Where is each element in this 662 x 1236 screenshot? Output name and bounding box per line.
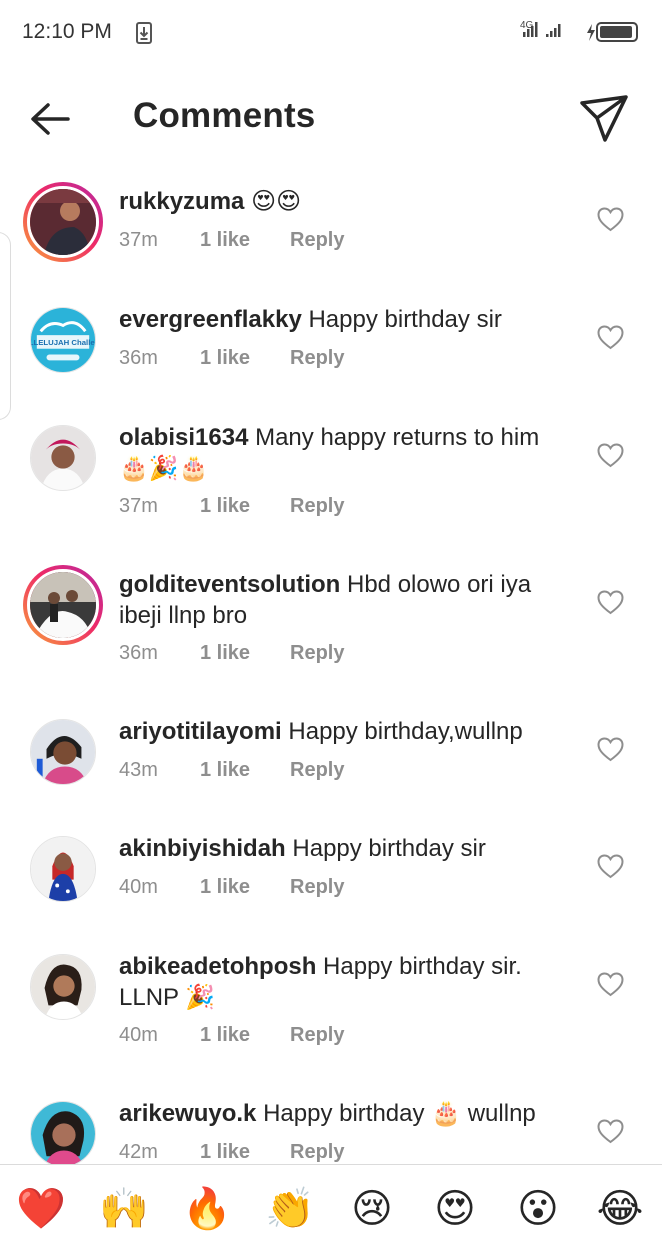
side-edge-handle[interactable]	[0, 232, 11, 420]
avatar: HALLELUJAH Challenge	[30, 307, 96, 373]
avatar-container[interactable]	[23, 418, 103, 498]
reply-button[interactable]: Reply	[290, 642, 344, 665]
comment-time: 42m	[119, 1141, 158, 1163]
avatar-container[interactable]	[23, 712, 103, 792]
comment-text: olabisi1634 Many happy returns to him 🎂🎉…	[119, 422, 569, 484]
heart-icon[interactable]	[597, 854, 624, 879]
comment-text: rukkyzuma 😍😍	[119, 186, 569, 217]
comment-likes[interactable]: 1 like	[200, 759, 250, 782]
direct-send-button[interactable]	[578, 92, 630, 144]
comment-time: 37m	[119, 229, 158, 251]
status-time: 12:10 PM	[22, 20, 112, 43]
comment-time: 37m	[119, 495, 158, 517]
comment-body: Happy birthday sir	[308, 306, 502, 333]
reply-button[interactable]: Reply	[290, 229, 344, 252]
comment-likes[interactable]: 1 like	[200, 1141, 250, 1164]
heart-icon[interactable]	[597, 590, 624, 615]
avatar	[30, 719, 96, 785]
comment-username[interactable]: arikewuyo.k	[119, 1100, 256, 1127]
comment-username[interactable]: rukkyzuma	[119, 188, 244, 215]
comment-time: 36m	[119, 642, 158, 664]
comment-likes[interactable]: 1 like	[200, 642, 250, 665]
comment-username[interactable]: golditeventsolution	[119, 571, 340, 598]
avatar	[30, 1101, 96, 1167]
reply-button[interactable]: Reply	[290, 347, 344, 370]
avatar-caption: HALLELUJAH Challenge	[31, 338, 95, 347]
avatar	[27, 186, 99, 258]
comment-likes[interactable]: 1 like	[200, 876, 250, 899]
comment-body: Happy birthday,wullnp	[288, 718, 523, 745]
signal-battery-icon: 4G	[520, 20, 638, 42]
emoji-fire-button[interactable]: 🔥	[181, 1183, 233, 1235]
page-title: Comments	[133, 96, 316, 135]
comment-time: 43m	[119, 759, 158, 781]
comment-body: Happy birthday 🎂 wullnp	[263, 1100, 536, 1127]
reply-button[interactable]: Reply	[290, 1141, 344, 1164]
comment-username[interactable]: akinbiyishidah	[119, 835, 286, 862]
emoji-cry-button[interactable]: 😢	[346, 1183, 398, 1235]
avatar-story-ring[interactable]	[23, 182, 103, 262]
comment-time: 40m	[119, 876, 158, 898]
avatar	[30, 954, 96, 1020]
comment-likes[interactable]: 1 like	[200, 347, 250, 370]
reply-button[interactable]: Reply	[290, 759, 344, 782]
comment-body: Happy birthday sir	[292, 835, 486, 862]
emoji-raised-hands-button[interactable]: 🙌	[98, 1183, 150, 1235]
heart-icon[interactable]	[597, 207, 624, 232]
comment-username[interactable]: olabisi1634	[119, 424, 248, 451]
avatar-container[interactable]	[23, 1094, 103, 1174]
avatar	[27, 569, 99, 641]
avatar-container[interactable]	[23, 947, 103, 1027]
emoji-surprised-button[interactable]: 😮	[512, 1183, 564, 1235]
heart-icon[interactable]	[597, 443, 624, 468]
emoji-laughing-button[interactable]: 😂	[594, 1183, 646, 1235]
emoji-heart-button[interactable]: ❤️	[15, 1183, 67, 1235]
comment-time: 36m	[119, 347, 158, 369]
reply-button[interactable]: Reply	[290, 1024, 344, 1047]
comment-likes[interactable]: 1 like	[200, 495, 250, 518]
avatar	[30, 836, 96, 902]
comment-username[interactable]: evergreenflakky	[119, 306, 302, 333]
download-notification-icon	[136, 22, 152, 44]
comment-text: arikewuyo.k Happy birthday 🎂 wullnp	[119, 1098, 569, 1129]
comment-body: 😍😍	[251, 188, 302, 215]
emoji-clap-button[interactable]: 👏	[264, 1183, 316, 1235]
comment-text: akinbiyishidah Happy birthday sir	[119, 833, 569, 864]
heart-icon[interactable]	[597, 325, 624, 350]
comment-text: abikeadetohposh Happy birthday sir. LLNP…	[119, 951, 569, 1013]
comment-likes[interactable]: 1 like	[200, 229, 250, 252]
status-bar: 12:10 PM 4G	[0, 0, 662, 66]
comment-likes[interactable]: 1 like	[200, 1024, 250, 1047]
avatar	[30, 425, 96, 491]
heart-icon[interactable]	[597, 1119, 624, 1144]
avatar-container[interactable]	[23, 829, 103, 909]
emoji-heart-eyes-button[interactable]: 😍	[429, 1183, 481, 1235]
heart-icon[interactable]	[597, 972, 624, 997]
comment-username[interactable]: ariyotitilayomi	[119, 718, 282, 745]
heart-icon[interactable]	[597, 737, 624, 762]
comment-text: golditeventsolution Hbd olowo ori iya ib…	[119, 569, 569, 631]
reply-button[interactable]: Reply	[290, 495, 344, 518]
comment-time: 40m	[119, 1024, 158, 1046]
avatar-story-ring[interactable]	[23, 565, 103, 645]
avatar-container[interactable]: HALLELUJAH Challenge	[23, 300, 103, 380]
reply-button[interactable]: Reply	[290, 876, 344, 899]
comment-text: evergreenflakky Happy birthday sir	[119, 304, 569, 335]
back-arrow-button[interactable]	[24, 94, 80, 142]
comment-text: ariyotitilayomi Happy birthday,wullnp	[119, 716, 569, 747]
emoji-quick-reply-bar: ❤️ 🙌 🔥 👏 😢 😍 😮 😂	[0, 1164, 662, 1236]
comment-username[interactable]: abikeadetohposh	[119, 953, 316, 980]
comments-header: Comments	[0, 66, 662, 170]
